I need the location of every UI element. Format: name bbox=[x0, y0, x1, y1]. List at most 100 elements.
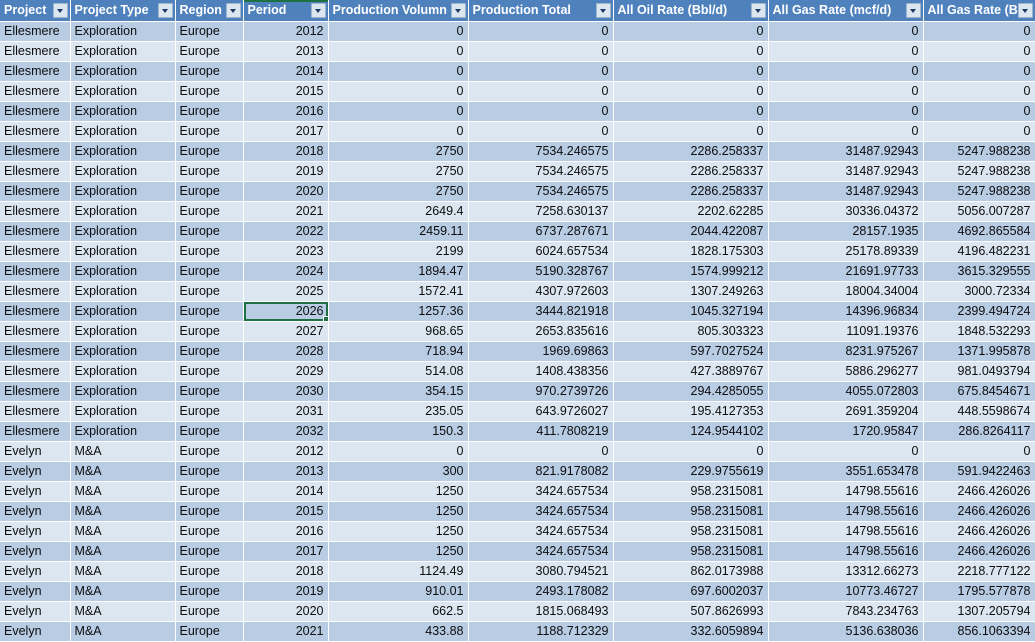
table-row[interactable]: Evelyn M&A Europe 2020 662.5 1815.068493 507.8… bbox=[0, 601, 1035, 622]
cell-region[interactable]: Europe bbox=[175, 381, 244, 402]
cell-region[interactable]: Europe bbox=[175, 621, 244, 642]
table-row[interactable]: Ellesmere Exploration Europe 2022 2459.11 673… bbox=[0, 221, 1035, 242]
cell-prod_volume[interactable]: 968.65 bbox=[328, 321, 469, 342]
table-row[interactable]: Evelyn M&A Europe 2019 910.01 2493.178082 697.… bbox=[0, 581, 1035, 602]
cell-period[interactable]: 2025 bbox=[243, 281, 329, 302]
cell-gas_mcf[interactable]: 28157.1935 bbox=[768, 221, 924, 242]
cell-gas_mcf[interactable]: 21691.97733 bbox=[768, 261, 924, 282]
cell-type[interactable]: M&A bbox=[70, 541, 176, 562]
cell-gas_mcf[interactable]: 8231.975267 bbox=[768, 341, 924, 362]
cell-project[interactable]: Ellesmere bbox=[0, 341, 71, 362]
cell-prod_volume[interactable]: 718.94 bbox=[328, 341, 469, 362]
cell-oil_rate[interactable]: 2202.62285 bbox=[613, 201, 769, 222]
table-row[interactable]: Ellesmere Exploration Europe 2021 2649.4 7258… bbox=[0, 201, 1035, 222]
cell-gas_boe[interactable]: 591.9422463 bbox=[923, 461, 1035, 482]
cell-prod_total[interactable]: 1815.068493 bbox=[468, 601, 614, 622]
cell-project[interactable]: Ellesmere bbox=[0, 321, 71, 342]
cell-type[interactable]: M&A bbox=[70, 501, 176, 522]
cell-project[interactable]: Ellesmere bbox=[0, 421, 71, 442]
column-header-prod_volume[interactable]: Production Volumn bbox=[328, 0, 469, 22]
cell-project[interactable]: Evelyn bbox=[0, 561, 71, 582]
cell-gas_mcf[interactable]: 10773.46727 bbox=[768, 581, 924, 602]
cell-period[interactable]: 2017 bbox=[243, 541, 329, 562]
cell-project[interactable]: Evelyn bbox=[0, 481, 71, 502]
cell-project[interactable]: Evelyn bbox=[0, 581, 71, 602]
cell-type[interactable]: M&A bbox=[70, 621, 176, 642]
cell-project[interactable]: Ellesmere bbox=[0, 401, 71, 422]
cell-project[interactable]: Ellesmere bbox=[0, 161, 71, 182]
cell-oil_rate[interactable]: 2286.258337 bbox=[613, 141, 769, 162]
cell-gas_mcf[interactable]: 5886.296277 bbox=[768, 361, 924, 382]
cell-prod_volume[interactable]: 910.01 bbox=[328, 581, 469, 602]
cell-gas_boe[interactable]: 2466.426026 bbox=[923, 501, 1035, 522]
cell-region[interactable]: Europe bbox=[175, 401, 244, 422]
cell-oil_rate[interactable]: 958.2315081 bbox=[613, 481, 769, 502]
cell-prod_volume[interactable]: 300 bbox=[328, 461, 469, 482]
cell-prod_total[interactable]: 7534.246575 bbox=[468, 181, 614, 202]
cell-gas_mcf[interactable]: 13312.66273 bbox=[768, 561, 924, 582]
cell-gas_boe[interactable]: 0 bbox=[923, 41, 1035, 62]
cell-gas_mcf[interactable]: 11091.19376 bbox=[768, 321, 924, 342]
cell-region[interactable]: Europe bbox=[175, 421, 244, 442]
cell-prod_volume[interactable]: 1572.41 bbox=[328, 281, 469, 302]
cell-project[interactable]: Ellesmere bbox=[0, 61, 71, 82]
cell-prod_volume[interactable]: 1257.36 bbox=[328, 301, 469, 322]
cell-region[interactable]: Europe bbox=[175, 541, 244, 562]
cell-prod_total[interactable]: 4307.972603 bbox=[468, 281, 614, 302]
filter-dropdown-icon[interactable] bbox=[595, 3, 611, 18]
cell-prod_total[interactable]: 6737.287671 bbox=[468, 221, 614, 242]
cell-gas_boe[interactable]: 5247.988238 bbox=[923, 181, 1035, 202]
cell-oil_rate[interactable]: 958.2315081 bbox=[613, 501, 769, 522]
cell-region[interactable]: Europe bbox=[175, 361, 244, 382]
cell-type[interactable]: Exploration bbox=[70, 301, 176, 322]
cell-gas_mcf[interactable]: 14798.55616 bbox=[768, 521, 924, 542]
cell-type[interactable]: Exploration bbox=[70, 201, 176, 222]
filter-dropdown-icon[interactable] bbox=[225, 3, 241, 18]
column-header-type[interactable]: Project Type bbox=[70, 0, 176, 22]
cell-oil_rate[interactable]: 805.303323 bbox=[613, 321, 769, 342]
cell-prod_volume[interactable]: 2649.4 bbox=[328, 201, 469, 222]
cell-prod_total[interactable]: 3444.821918 bbox=[468, 301, 614, 322]
cell-prod_total[interactable]: 6024.657534 bbox=[468, 241, 614, 262]
cell-region[interactable]: Europe bbox=[175, 341, 244, 362]
cell-gas_boe[interactable]: 856.1063394 bbox=[923, 621, 1035, 642]
cell-gas_mcf[interactable]: 14798.55616 bbox=[768, 541, 924, 562]
cell-project[interactable]: Evelyn bbox=[0, 501, 71, 522]
cell-region[interactable]: Europe bbox=[175, 81, 244, 102]
cell-gas_boe[interactable]: 0 bbox=[923, 61, 1035, 82]
table-row[interactable]: Ellesmere Exploration Europe 2016 0 0 0 0 0 bbox=[0, 101, 1035, 122]
cell-gas_boe[interactable]: 0 bbox=[923, 101, 1035, 122]
table-row[interactable]: Evelyn M&A Europe 2016 1250 3424.657534 958.23… bbox=[0, 521, 1035, 542]
cell-gas_boe[interactable]: 0 bbox=[923, 81, 1035, 102]
cell-region[interactable]: Europe bbox=[175, 501, 244, 522]
cell-period[interactable]: 2013 bbox=[243, 461, 329, 482]
cell-type[interactable]: Exploration bbox=[70, 221, 176, 242]
cell-type[interactable]: Exploration bbox=[70, 101, 176, 122]
cell-prod_total[interactable]: 1188.712329 bbox=[468, 621, 614, 642]
cell-gas_boe[interactable]: 3615.329555 bbox=[923, 261, 1035, 282]
cell-gas_mcf[interactable]: 5136.638036 bbox=[768, 621, 924, 642]
cell-prod_total[interactable]: 7534.246575 bbox=[468, 161, 614, 182]
cell-prod_volume[interactable]: 2750 bbox=[328, 181, 469, 202]
table-row[interactable]: Ellesmere Exploration Europe 2029 514.08 1408… bbox=[0, 361, 1035, 382]
cell-oil_rate[interactable]: 697.6002037 bbox=[613, 581, 769, 602]
cell-prod_volume[interactable]: 2459.11 bbox=[328, 221, 469, 242]
cell-type[interactable]: Exploration bbox=[70, 21, 176, 42]
cell-project[interactable]: Evelyn bbox=[0, 441, 71, 462]
cell-prod_volume[interactable]: 1894.47 bbox=[328, 261, 469, 282]
cell-project[interactable]: Ellesmere bbox=[0, 201, 71, 222]
cell-gas_boe[interactable]: 0 bbox=[923, 441, 1035, 462]
table-row[interactable]: Ellesmere Exploration Europe 2027 968.65 2653… bbox=[0, 321, 1035, 342]
cell-gas_mcf[interactable]: 0 bbox=[768, 121, 924, 142]
cell-gas_mcf[interactable]: 0 bbox=[768, 61, 924, 82]
cell-prod_total[interactable]: 0 bbox=[468, 81, 614, 102]
cell-type[interactable]: Exploration bbox=[70, 281, 176, 302]
cell-prod_volume[interactable]: 1250 bbox=[328, 541, 469, 562]
cell-period[interactable]: 2021 bbox=[243, 621, 329, 642]
cell-oil_rate[interactable]: 1307.249263 bbox=[613, 281, 769, 302]
cell-period[interactable]: 2032 bbox=[243, 421, 329, 442]
cell-type[interactable]: M&A bbox=[70, 521, 176, 542]
cell-oil_rate[interactable]: 332.6059894 bbox=[613, 621, 769, 642]
cell-prod_volume[interactable]: 514.08 bbox=[328, 361, 469, 382]
cell-prod_volume[interactable]: 433.88 bbox=[328, 621, 469, 642]
